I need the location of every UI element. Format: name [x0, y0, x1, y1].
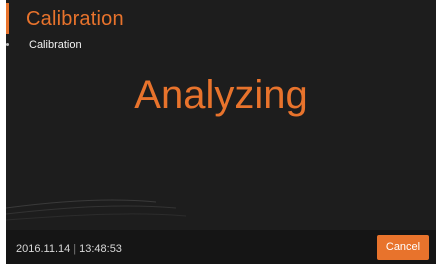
page-title: Calibration	[26, 8, 124, 30]
decorative-swoosh	[6, 199, 187, 221]
date-text: 2016.11.14	[16, 243, 71, 255]
subtitle-marker	[6, 43, 9, 46]
cancel-button[interactable]: Cancel	[377, 235, 429, 260]
datetime-display: 2016.11.14 | 13:48:53	[16, 243, 122, 256]
title-accent-bar	[6, 3, 9, 34]
time-text: 13:48:53	[79, 243, 122, 255]
datetime-separator: |	[73, 243, 77, 255]
status-message: Analyzing	[134, 73, 308, 117]
calibration-screen: Calibration Calibration Analyzing 2016.1…	[6, 0, 436, 264]
page-subtitle: Calibration	[29, 39, 82, 51]
